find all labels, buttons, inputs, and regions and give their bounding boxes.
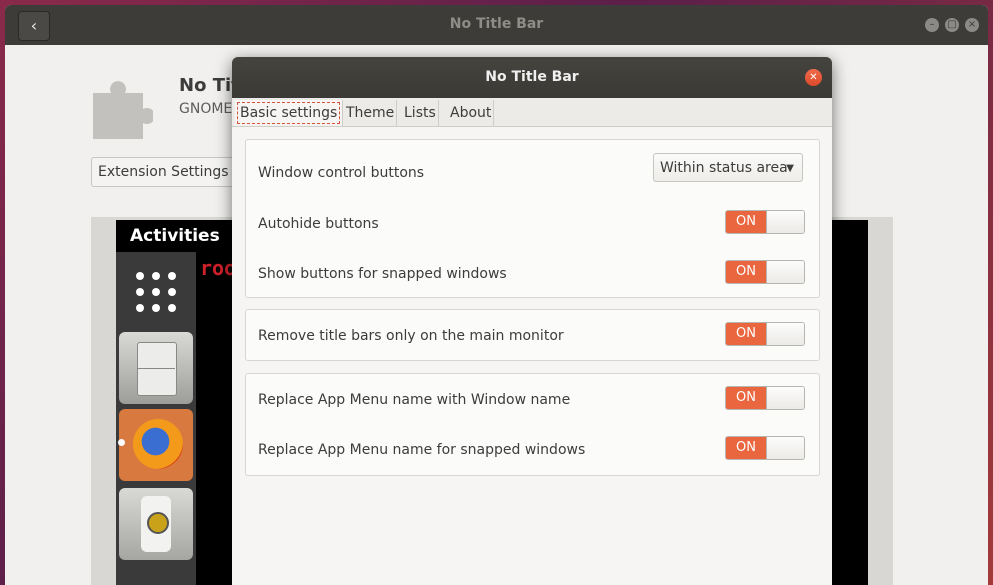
combo-value: Within status area (660, 160, 788, 176)
tab-lists[interactable]: Lists (400, 100, 439, 126)
tab-label: Basic settings (237, 102, 341, 124)
dialog-close-button[interactable]: ✕ (805, 69, 822, 86)
file-cabinet-icon (119, 332, 193, 404)
settings-group: Remove title bars only on the main monit… (245, 309, 820, 361)
minimize-icon[interactable]: – (925, 18, 939, 32)
switch-on-label: ON (726, 387, 766, 409)
switch-on-label: ON (726, 261, 766, 283)
bg-window-title: No Title Bar (449, 16, 544, 32)
autohide-buttons-label: Autohide buttons (258, 216, 379, 232)
settings-group: Replace App Menu name with Window name O… (245, 373, 820, 476)
close-icon[interactable]: × (965, 18, 979, 32)
extension-preferences-dialog: No Title Bar ✕ Basic settings Theme List… (232, 57, 832, 585)
switch-on-label: ON (726, 211, 766, 233)
replace-app-menu-snapped-switch[interactable]: ON (725, 436, 805, 460)
tab-label: Theme (346, 105, 395, 121)
replace-app-menu-window-name-switch[interactable]: ON (725, 386, 805, 410)
switch-knob (766, 211, 804, 233)
activities-label: Activities (130, 226, 220, 246)
autohide-buttons-switch[interactable]: ON (725, 210, 805, 234)
switch-on-label: ON (726, 323, 766, 345)
switch-knob (766, 387, 804, 409)
tab-theme[interactable]: Theme (342, 100, 398, 126)
remove-title-bars-main-monitor-label: Remove title bars only on the main monit… (258, 328, 564, 344)
dialog-titlebar: No Title Bar ✕ (232, 57, 832, 98)
maximize-icon[interactable]: □ (945, 18, 959, 32)
basic-settings-page: Window control buttons Within status are… (232, 127, 832, 585)
speaker-icon (119, 488, 193, 560)
tab-label: Lists (404, 105, 436, 121)
extension-settings-button[interactable]: Extension Settings (91, 157, 236, 187)
switch-knob (766, 261, 804, 283)
dropdown-arrow-icon: ▼ (786, 163, 794, 174)
dock (116, 252, 196, 585)
bg-titlebar: ‹ No Title Bar – □ × (5, 5, 988, 45)
tab-about[interactable]: About (446, 100, 495, 126)
remove-title-bars-main-monitor-switch[interactable]: ON (725, 322, 805, 346)
close-icon: ✕ (809, 72, 818, 83)
settings-group: Window control buttons Within status are… (245, 139, 820, 298)
switch-knob (766, 437, 804, 459)
terminal-red-text: roo (200, 256, 237, 280)
tab-label: About (450, 105, 492, 121)
firefox-icon (118, 409, 193, 481)
switch-on-label: ON (726, 437, 766, 459)
app-grid-icon (136, 272, 176, 312)
show-buttons-snapped-switch[interactable]: ON (725, 260, 805, 284)
puzzle-icon (93, 81, 153, 139)
show-buttons-snapped-label: Show buttons for snapped windows (258, 266, 507, 282)
dialog-title: No Title Bar (485, 69, 579, 85)
switch-knob (766, 323, 804, 345)
replace-app-menu-snapped-label: Replace App Menu name for snapped window… (258, 442, 586, 458)
tab-bar: Basic settings Theme Lists About (232, 98, 832, 127)
window-control-buttons-label: Window control buttons (258, 165, 425, 181)
app-name: No Tit (179, 75, 240, 96)
tab-basic-settings[interactable]: Basic settings (235, 100, 344, 126)
app-subtitle: GNOME (179, 101, 233, 117)
window-control-buttons-combo[interactable]: Within status area ▼ (653, 153, 803, 182)
replace-app-menu-window-name-label: Replace App Menu name with Window name (258, 392, 571, 408)
